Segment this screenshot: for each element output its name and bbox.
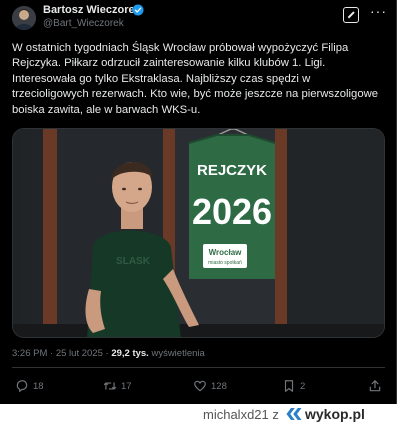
watermark-z: z (272, 407, 279, 422)
repost-button[interactable]: 17 (103, 378, 132, 394)
jersey-number: 2026 (192, 191, 272, 232)
wykop-logo: wykop.pl (285, 405, 365, 423)
views-count: 29,2 tys. (111, 348, 149, 359)
sponsor-line-1: Wrocław (209, 248, 243, 257)
watermark-user: michalxd21 (203, 407, 269, 422)
tweet-date[interactable]: 25 lut 2025 (56, 348, 103, 359)
meta-separator: · (47, 348, 56, 359)
like-count: 128 (211, 380, 227, 392)
share-button[interactable] (368, 378, 386, 394)
author-handle[interactable]: @Bart_Wieczorek (43, 18, 124, 29)
tweet-text-line: W ostatnich tygodniach Śląsk Wrocław pró… (12, 42, 349, 54)
tweet-text-line: Rejczyka. Piłkarz odrzucił zainteresowan… (12, 57, 326, 70)
grok-icon[interactable] (343, 7, 359, 23)
bookmark-button[interactable]: 2 (282, 378, 305, 394)
bookmark-icon (284, 380, 294, 392)
tweet-meta: 3:26 PM · 25 lut 2025 · 29,2 tys. wyświe… (12, 348, 205, 359)
like-icon (194, 380, 206, 392)
jersey-name: REJCZYK (197, 162, 267, 179)
share-icon (369, 380, 381, 392)
tweet-text: W ostatnich tygodniach Śląsk Wrocław pró… (12, 41, 384, 118)
like-button[interactable]: 128 (193, 378, 227, 394)
author-avatar[interactable] (12, 6, 36, 30)
tweet-text-line: boiska zawita, ale w barwach WKS-u. (12, 103, 201, 116)
tweet-card: Bartosz Wieczorek @Bart_Wieczorek ··· W … (0, 0, 397, 404)
bookmark-count: 2 (300, 380, 306, 392)
views-label: wyświetlenia (151, 348, 205, 359)
divider (12, 367, 385, 368)
watermark-username: michalxd21 z (203, 407, 279, 422)
reply-button[interactable]: 18 (15, 378, 44, 394)
more-icon[interactable]: ··· (370, 4, 387, 18)
repost-count: 17 (121, 380, 132, 392)
reply-icon (16, 380, 28, 393)
photo-illustration: REJCZYK 2026 Wrocław miasto spotkań SLAS… (13, 129, 384, 337)
verified-badge-icon (132, 4, 144, 16)
tweet-time[interactable]: 3:26 PM (12, 348, 47, 359)
tweet-photo[interactable]: REJCZYK 2026 Wrocław miasto spotkań SLAS… (12, 128, 385, 338)
author-name[interactable]: Bartosz Wieczorek (43, 4, 141, 16)
wykop-site: wykop.pl (305, 406, 365, 422)
reply-count: 18 (33, 380, 44, 392)
shirt-print: SLASK (116, 256, 151, 267)
sponsor-line-2: miasto spotkań (208, 260, 242, 266)
wykop-logo-icon (286, 408, 302, 420)
tweet-text-line: Interesowała go tylko Ekstraklasa. Najbl… (12, 72, 311, 85)
tweet-text-line: trzecioligowych rezerwach. Kto wie, być … (12, 88, 379, 101)
repost-icon (103, 382, 117, 390)
